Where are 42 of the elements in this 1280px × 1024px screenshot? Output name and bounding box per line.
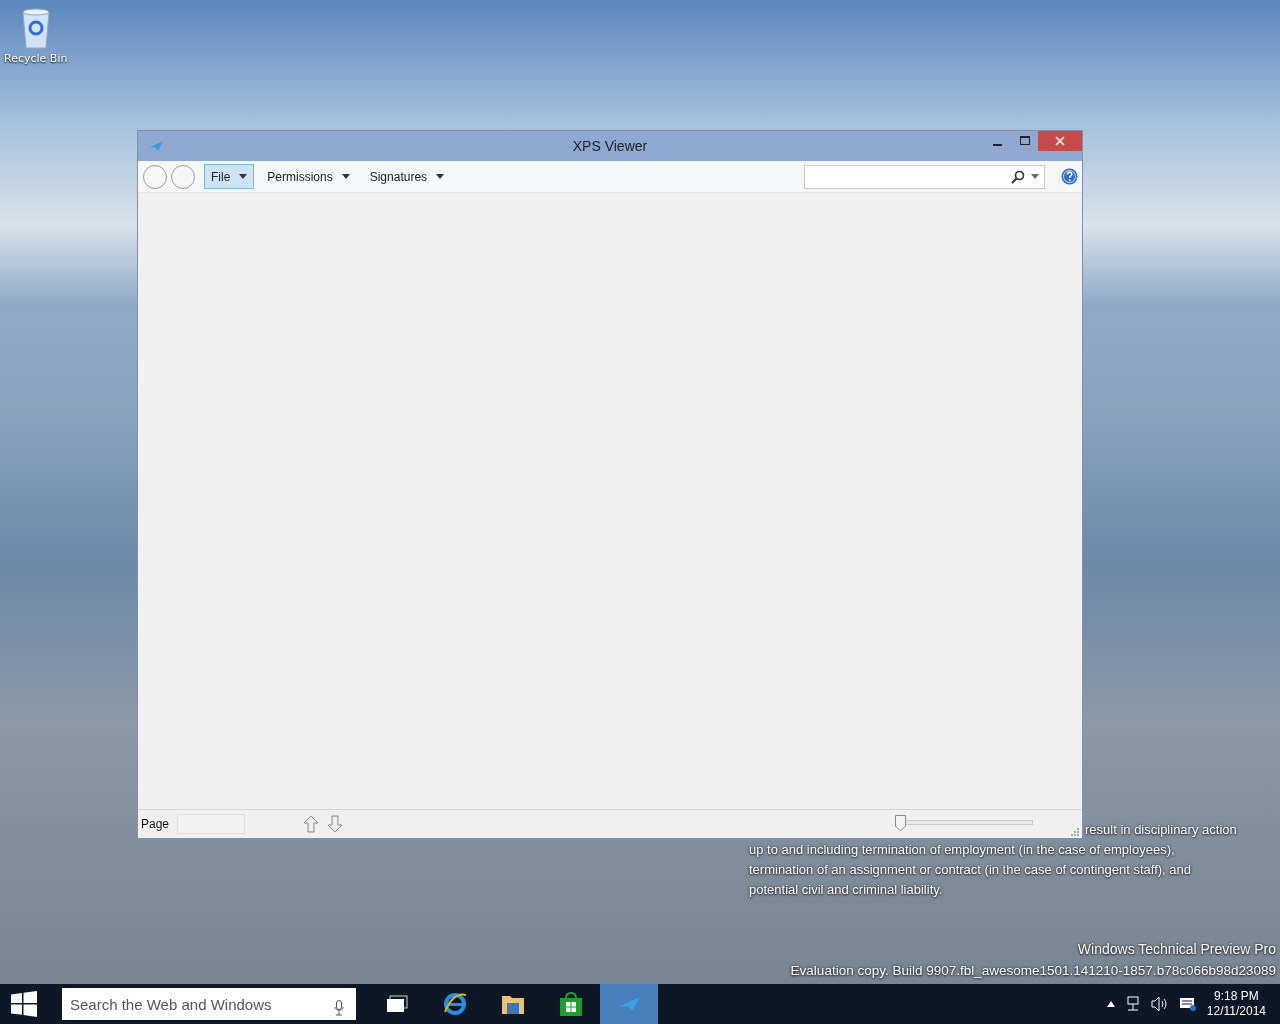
notice-text: potential civil and criminal liability.	[749, 881, 943, 899]
windows-stack-icon	[386, 995, 408, 1013]
menu-button[interactable]: Permissions	[260, 164, 357, 189]
slider-thumb[interactable]	[895, 815, 906, 832]
clock-time[interactable]: 9:18 PM	[1214, 989, 1259, 1004]
help-icon[interactable]	[1061, 168, 1078, 185]
paper-plane-icon	[617, 996, 641, 1012]
caret-icon	[436, 174, 445, 179]
maximize-icon	[1019, 136, 1030, 146]
shopping-bag-icon	[559, 992, 583, 1016]
zoom-slider[interactable]	[895, 815, 1033, 833]
windows-logo-icon	[11, 991, 37, 1017]
build-text: Evaluation copy. Build 9907.fbl_awesome1501.141210-1857.b78c066b98d23089	[790, 963, 1276, 978]
page-label: Page	[141, 817, 170, 831]
notice-text: result in disciplinary action	[1085, 821, 1237, 839]
close-icon	[1055, 136, 1065, 146]
window-title: XPS Viewer	[572, 138, 648, 154]
message-icon[interactable]	[1178, 996, 1197, 1012]
notice-text: termination of an assignment or contract (in the case of contingent staff), and	[749, 861, 1191, 879]
menu-button[interactable]: File	[204, 164, 255, 189]
folder-icon	[501, 993, 525, 1015]
down-arrow-icon[interactable]	[327, 815, 344, 833]
resize-grip-icon[interactable]	[1071, 828, 1079, 836]
clock-date[interactable]: 12/11/2014	[1206, 1004, 1266, 1019]
up-arrow-icon[interactable]	[303, 815, 320, 833]
caret-icon	[1031, 174, 1039, 179]
edition-text: Windows Technical Preview Pro	[1077, 941, 1276, 957]
speaker-icon[interactable]	[1150, 996, 1169, 1012]
up-chevron-icon[interactable]	[1106, 1001, 1115, 1007]
browser-e-icon	[443, 992, 467, 1016]
search-field[interactable]	[804, 164, 1045, 189]
taskbar-search-field[interactable]: Search the Web and Windows	[62, 988, 356, 1020]
menu-button[interactable]: Signatures	[362, 164, 452, 189]
network-icon[interactable]	[1124, 996, 1141, 1012]
caret-icon	[341, 174, 350, 179]
microphone-icon	[334, 1000, 344, 1016]
minimize-icon	[993, 143, 1002, 146]
notice-text: up to and including termination of employment (in the case of employees),	[749, 841, 1175, 859]
icon-label: Recycle Bin	[4, 52, 68, 65]
search-icon	[1011, 169, 1025, 184]
app-icon	[148, 140, 164, 152]
caret-icon	[239, 174, 248, 179]
